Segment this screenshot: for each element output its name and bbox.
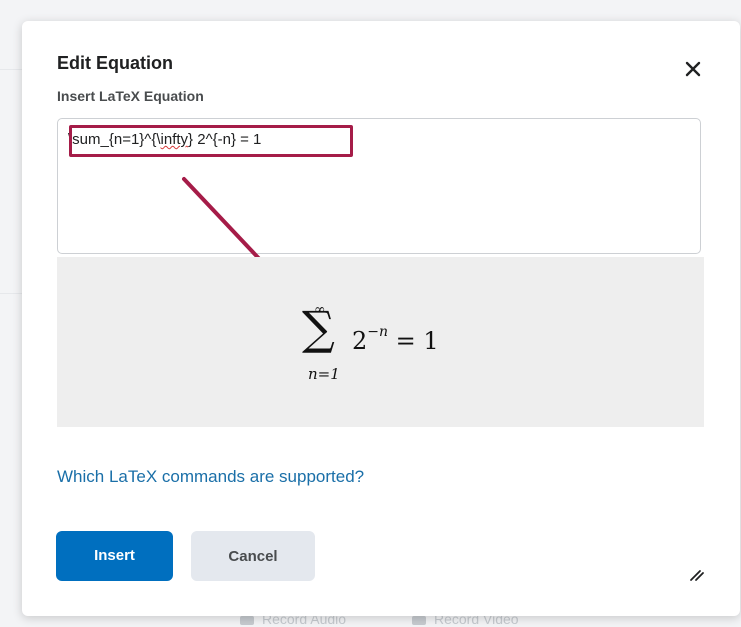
latex-field-label: Insert LaTeX Equation [57, 88, 204, 104]
cancel-button[interactable]: Cancel [191, 531, 315, 581]
dialog-title: Edit Equation [57, 53, 173, 73]
resize-handle-icon[interactable] [688, 564, 706, 582]
background-divider [0, 69, 22, 70]
latex-help-link[interactable]: Which LaTeX commands are supported? [57, 467, 364, 487]
equation-body: 2−n = 1 [352, 324, 439, 355]
summation-symbol: ∑ [302, 301, 335, 355]
annotation-highlight-box [69, 125, 353, 157]
rendered-equation: ∞ ∑ n=1 2−n = 1 [302, 301, 482, 387]
edit-equation-dialog: Edit Equation Insert LaTeX Equation \sum… [22, 21, 740, 616]
close-icon[interactable] [681, 57, 705, 81]
background-divider [0, 293, 22, 294]
insert-button[interactable]: Insert [56, 531, 173, 581]
sum-lower-limit: n=1 [308, 365, 340, 383]
